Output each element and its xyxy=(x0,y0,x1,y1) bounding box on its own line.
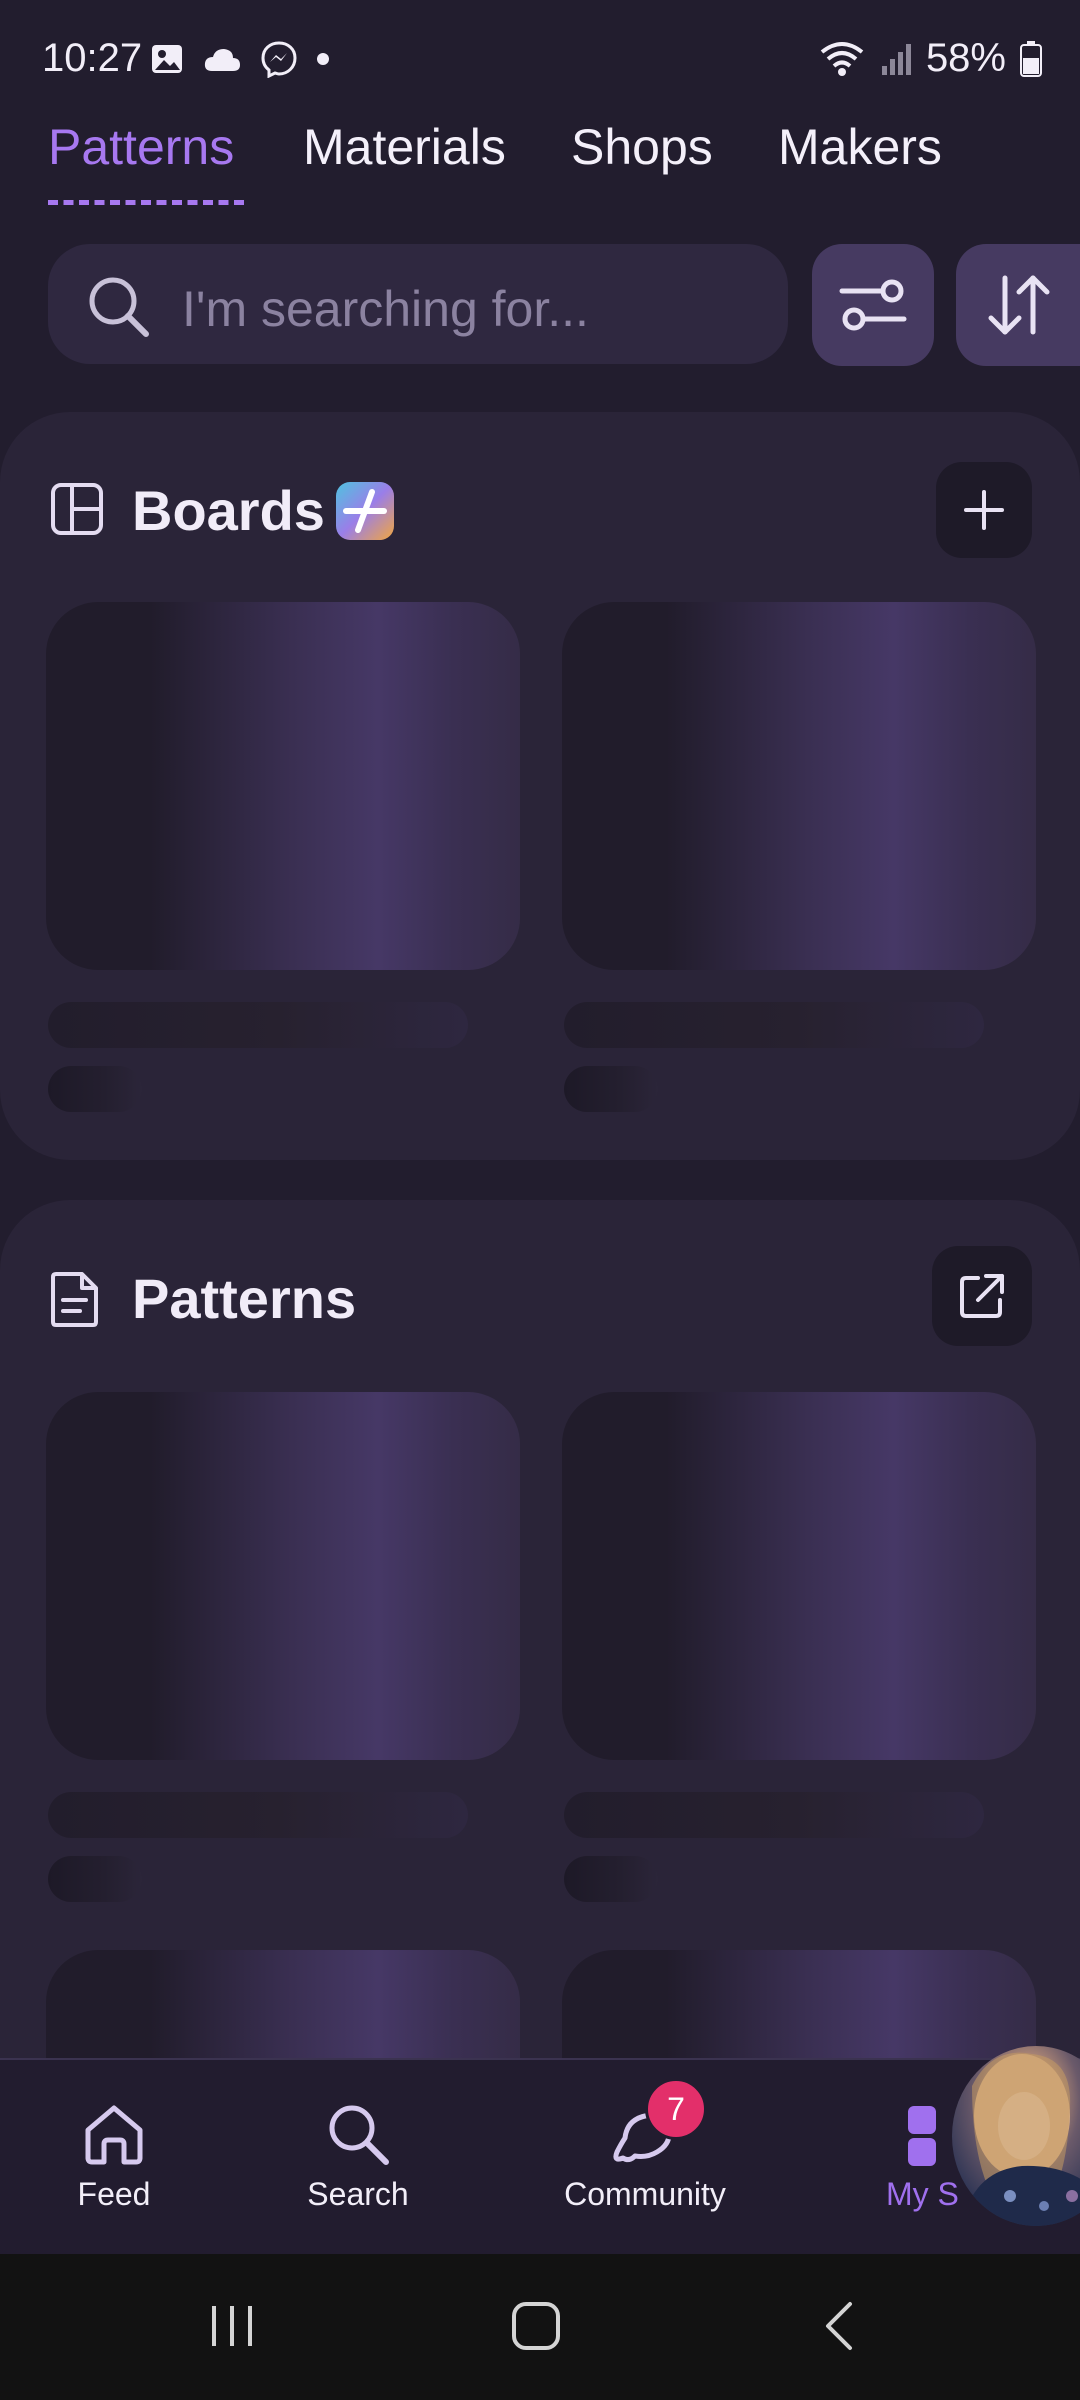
boards-section: Boards xyxy=(0,412,1080,1160)
skeleton-title xyxy=(564,1792,984,1838)
status-time: 10:27 xyxy=(42,36,143,80)
battery-icon xyxy=(1020,40,1042,77)
wifi-icon xyxy=(820,41,864,76)
skeleton-meta xyxy=(48,1856,142,1902)
my-stuff-icon xyxy=(908,2106,936,2166)
pattern-thumbnail-placeholder xyxy=(562,1392,1036,1760)
board-thumbnail-placeholder xyxy=(562,602,1036,970)
skeleton-title xyxy=(564,1002,984,1048)
search-placeholder: I'm searching for... xyxy=(182,281,589,337)
filter-button[interactable] xyxy=(812,244,934,366)
pattern-thumbnail-placeholder xyxy=(46,1392,520,1760)
sort-button[interactable] xyxy=(956,244,1080,366)
battery-percent: 58% xyxy=(925,36,1006,80)
search-icon xyxy=(329,2105,389,2165)
tab-materials[interactable]: Materials xyxy=(303,118,506,176)
dot-icon xyxy=(317,53,329,65)
recent-apps-icon[interactable] xyxy=(204,2298,260,2354)
bottom-navigation: Feed Search Community 7 My S xyxy=(0,2058,1080,2256)
messenger-icon xyxy=(261,41,297,78)
search-icon xyxy=(89,277,149,337)
add-board-button[interactable] xyxy=(936,462,1032,558)
open-patterns-button[interactable] xyxy=(932,1246,1032,1346)
back-icon[interactable] xyxy=(818,2298,862,2354)
section-title-patterns: Patterns xyxy=(132,1267,357,1330)
nav-feed[interactable]: Feed xyxy=(64,2100,164,2213)
system-navigation-bar xyxy=(0,2254,1080,2400)
gallery-icon xyxy=(152,45,182,73)
signal-icon xyxy=(881,43,911,75)
skeleton-meta xyxy=(564,1856,658,1902)
nav-label: Feed xyxy=(77,2176,151,2212)
skeleton-title xyxy=(48,1002,468,1048)
nav-search[interactable]: Search xyxy=(298,2100,418,2213)
nav-label: Search xyxy=(307,2176,409,2212)
skeleton-title xyxy=(48,1792,468,1838)
plus-badge-icon xyxy=(336,482,394,540)
filter-icon xyxy=(839,279,907,331)
external-link-icon xyxy=(960,1274,1004,1318)
tab-patterns[interactable]: Patterns xyxy=(48,118,234,176)
search-input[interactable]: I'm searching for... xyxy=(48,244,788,364)
section-title-boards: Boards xyxy=(132,479,325,542)
plus-icon xyxy=(964,490,1004,530)
document-icon xyxy=(51,1272,98,1327)
home-button-icon[interactable] xyxy=(508,2298,564,2354)
board-thumbnail-placeholder xyxy=(46,602,520,970)
skeleton-meta xyxy=(48,1066,142,1112)
tab-shops[interactable]: Shops xyxy=(571,118,713,176)
category-tabs: Patterns Materials Shops Makers xyxy=(0,108,1080,208)
board-icon xyxy=(51,483,103,535)
sort-icon xyxy=(988,275,1050,335)
home-icon xyxy=(85,2105,143,2165)
status-right: 58% xyxy=(818,36,1042,81)
cloud-icon xyxy=(204,49,240,71)
status-notification-icons xyxy=(150,40,330,78)
skeleton-meta xyxy=(564,1066,658,1112)
status-bar: 10:27 58% xyxy=(0,0,1080,110)
nav-label: Community xyxy=(564,2176,726,2212)
nav-label: My S xyxy=(886,2176,959,2212)
tab-makers[interactable]: Makers xyxy=(778,118,942,176)
active-tab-indicator xyxy=(48,200,244,205)
notification-badge: 7 xyxy=(645,2078,707,2140)
